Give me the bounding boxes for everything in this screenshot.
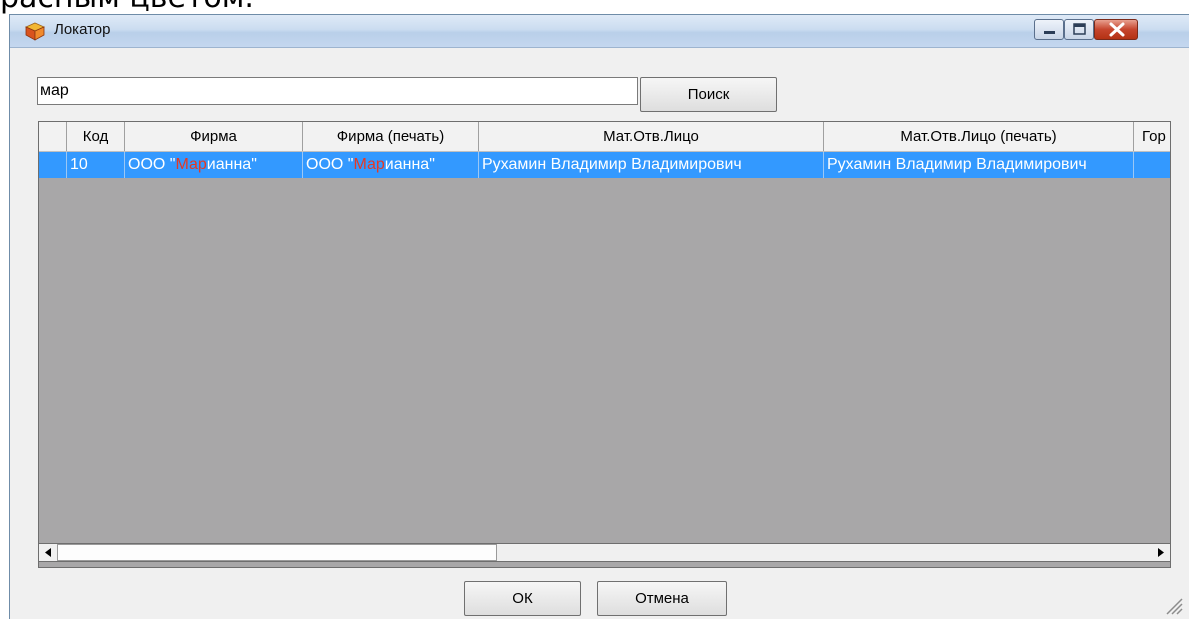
table-row[interactable]: 10 ООО " Мар ианна" ООО " Мар ианна" Рухамин… <box>39 152 1170 178</box>
scroll-left-arrow-icon[interactable] <box>39 544 57 561</box>
cell-firm-suffix: ианна" <box>206 156 257 173</box>
scroll-right-arrow-icon[interactable] <box>1152 544 1170 561</box>
results-grid: Код Фирма Фирма (печать) Мат.Отв.Лицо Ма… <box>38 121 1171 568</box>
column-header-code[interactable]: Код <box>67 122 125 151</box>
column-header-person-print[interactable]: Мат.Отв.Лицо (печать) <box>824 122 1134 151</box>
maximize-icon <box>1073 23 1086 35</box>
row-indicator <box>39 152 67 178</box>
column-header-person[interactable]: Мат.Отв.Лицо <box>479 122 824 151</box>
maximize-button[interactable] <box>1064 19 1094 40</box>
match-highlight: Мар <box>175 156 207 173</box>
minimize-icon <box>1044 31 1055 34</box>
search-button[interactable]: Поиск <box>640 77 777 112</box>
locator-window: Локатор Поиск Код Фирма Фирма (печать) М… <box>9 14 1189 619</box>
cell-person-print: Рухамин Владимир Владимирович <box>824 152 1134 178</box>
cell-city <box>1134 152 1170 178</box>
grid-header: Код Фирма Фирма (печать) Мат.Отв.Лицо Ма… <box>39 122 1170 152</box>
column-header-firm-print[interactable]: Фирма (печать) <box>303 122 479 151</box>
background-caption: расным цветом. <box>0 0 254 15</box>
box-icon <box>24 21 46 41</box>
window-title: Локатор <box>54 21 111 38</box>
cell-firm-print-suffix: ианна" <box>384 156 435 173</box>
column-header-firm[interactable]: Фирма <box>125 122 303 151</box>
horizontal-scrollbar[interactable] <box>38 543 1171 562</box>
cell-code: 10 <box>67 152 125 178</box>
resize-grip-icon[interactable] <box>1161 593 1183 615</box>
title-bar[interactable]: Локатор <box>10 15 1189 48</box>
column-header-city[interactable]: Гор <box>1134 122 1170 151</box>
minimize-button[interactable] <box>1034 19 1064 40</box>
cell-person: Рухамин Владимир Владимирович <box>479 152 824 178</box>
close-icon <box>1109 22 1125 37</box>
ok-button[interactable]: ОК <box>464 581 581 616</box>
cell-firm: ООО " Мар ианна" <box>125 152 303 178</box>
match-highlight: Мар <box>353 156 385 173</box>
close-button[interactable] <box>1094 19 1138 40</box>
search-input[interactable] <box>37 77 638 105</box>
header-indicator-cell <box>39 122 67 151</box>
cell-firm-prefix: ООО " <box>128 156 176 173</box>
cell-firm-print-prefix: ООО " <box>306 156 354 173</box>
cell-firm-print: ООО " Мар ианна" <box>303 152 479 178</box>
cancel-button[interactable]: Отмена <box>597 581 727 616</box>
scroll-thumb[interactable] <box>57 544 497 561</box>
